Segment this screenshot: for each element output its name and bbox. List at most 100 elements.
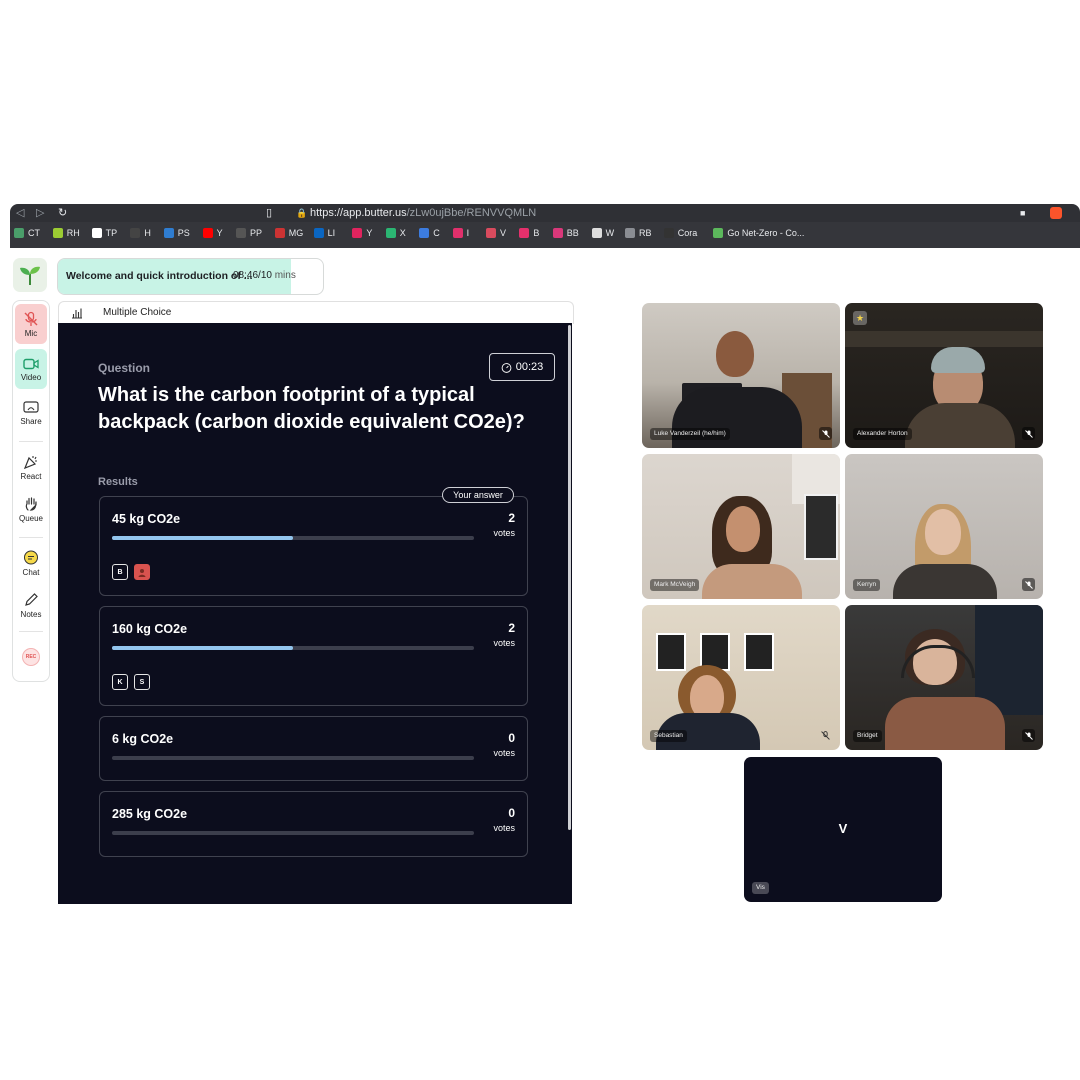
hand-icon xyxy=(25,496,37,511)
url-field[interactable]: https://app.butter.us/zLw0ujBbe/RENVVQML… xyxy=(310,206,536,220)
butter-logo xyxy=(13,258,47,292)
bookmark-item[interactable]: CT xyxy=(14,228,40,238)
bookmark-item[interactable]: C xyxy=(419,228,440,238)
brave-shield-icon[interactable] xyxy=(1050,207,1062,219)
bookmark-item[interactable]: B xyxy=(519,228,539,238)
agenda-title: Welcome and quick introduction of ... xyxy=(66,270,253,282)
chat-icon xyxy=(24,550,38,564)
bookmark-item[interactable]: W xyxy=(591,228,615,238)
poll-option-card[interactable]: 285 kg CO2e 0 votes xyxy=(99,791,528,857)
video-tile-camera-off[interactable]: V Vis xyxy=(744,757,942,902)
agenda-timer[interactable]: Welcome and quick introduction of ... 08… xyxy=(57,258,324,295)
vote-bar-fill xyxy=(112,646,293,650)
bookmark-label: LI xyxy=(327,228,336,238)
bookmark-label: TP xyxy=(105,228,118,238)
bookmark-item[interactable]: PS xyxy=(163,228,190,238)
poll-scrollbar[interactable] xyxy=(568,325,571,830)
bookmark-label: V xyxy=(500,228,507,238)
bar-chart-icon xyxy=(72,308,82,319)
bookmark-favicon-icon xyxy=(236,228,246,238)
participant-name: Sebastian xyxy=(650,730,687,742)
person-body xyxy=(885,697,1005,750)
bookmark-label: X xyxy=(399,228,406,238)
participant-name: Kerryn xyxy=(853,579,881,591)
back-icon[interactable]: ◁ xyxy=(16,206,24,220)
bookmark-item[interactable]: Cora xyxy=(663,228,697,238)
poll-option-card[interactable]: 160 kg CO2e 2 votes K S xyxy=(99,606,528,706)
bookmark-favicon-icon xyxy=(419,228,430,238)
ceiling-beam xyxy=(845,331,1043,347)
video-tile[interactable]: Bridget xyxy=(845,605,1043,750)
vote-bar-track xyxy=(112,756,474,760)
bookmark-favicon-icon xyxy=(313,228,324,238)
bookmark-favicon-icon xyxy=(552,228,563,238)
bookmark-item[interactable]: H xyxy=(130,228,151,238)
bookmark-item[interactable]: RB xyxy=(625,228,652,238)
video-button[interactable]: Video xyxy=(15,349,47,389)
bookmark-label: Y xyxy=(216,228,223,238)
bookmark-label: I xyxy=(466,228,470,238)
bookmark-item[interactable]: MG xyxy=(274,228,303,238)
record-button[interactable]: REC xyxy=(15,637,47,677)
mic-muted-icon xyxy=(24,311,38,326)
frame-shape xyxy=(744,633,774,671)
frame-shape xyxy=(656,633,686,671)
vote-count: 2 xyxy=(508,511,515,525)
agenda-time: 08:46/10 mins xyxy=(233,270,296,281)
react-icon xyxy=(23,455,37,469)
person-head xyxy=(726,506,760,552)
bookmark-icon[interactable]: ▯ xyxy=(266,206,272,220)
bookmark-favicon-icon xyxy=(274,228,285,238)
bookmark-item[interactable]: V xyxy=(486,228,506,238)
notes-button[interactable]: Notes xyxy=(15,585,47,625)
react-button[interactable]: React xyxy=(15,447,47,487)
poll-option-card[interactable]: 6 kg CO2e 0 votes xyxy=(99,716,528,781)
bookmark-item[interactable]: TP xyxy=(91,228,118,238)
camera-indicator-icon[interactable]: ■ xyxy=(1020,206,1025,220)
bookmark-label: C xyxy=(433,228,440,238)
voter-avatar-photo xyxy=(134,564,150,580)
chat-button[interactable]: Chat xyxy=(15,543,47,583)
video-tile[interactable]: Mark McVeigh xyxy=(642,454,840,599)
beanie-shape xyxy=(931,347,985,373)
video-icon xyxy=(23,358,39,369)
participant-name: Bridget xyxy=(853,730,882,742)
poll-type-label: Multiple Choice xyxy=(103,307,172,318)
forward-icon[interactable]: ▷ xyxy=(36,206,44,220)
video-tile[interactable]: ★ Alexander Horton xyxy=(845,303,1043,448)
bookmark-label: CT xyxy=(28,228,40,238)
question-label: Question xyxy=(98,361,151,375)
bookmark-label: BB xyxy=(566,228,579,238)
bookmark-item[interactable]: RH xyxy=(52,228,80,238)
reload-icon[interactable]: ↻ xyxy=(58,206,67,220)
vote-bar-track xyxy=(112,831,474,835)
mic-muted-icon xyxy=(1022,427,1035,440)
bookmark-item[interactable]: LI xyxy=(313,228,336,238)
bookmark-item[interactable]: Go Net-Zero - Co... xyxy=(713,228,804,238)
poll-option-card[interactable]: 45 kg CO2e 2 votes B xyxy=(99,496,528,596)
vote-count: 0 xyxy=(508,731,515,745)
person-head xyxy=(925,509,961,555)
bookmark-favicon-icon xyxy=(163,228,174,238)
question-text: What is the carbon footprint of a typica… xyxy=(98,384,525,433)
share-icon xyxy=(23,400,39,413)
bookmark-item[interactable]: PP xyxy=(236,228,262,238)
bookmark-favicon-icon xyxy=(352,228,363,238)
mic-button[interactable]: Mic xyxy=(15,304,47,344)
share-button[interactable]: Share xyxy=(15,393,47,433)
queue-button[interactable]: Queue xyxy=(15,489,47,529)
bookmark-favicon-icon xyxy=(202,228,213,238)
voter-avatar: S xyxy=(134,674,150,690)
bookmark-item[interactable]: BB xyxy=(552,228,579,238)
bookmark-item[interactable]: Y xyxy=(202,228,223,238)
poll-timer: 00:23 xyxy=(489,353,555,381)
bookmark-favicon-icon xyxy=(130,228,141,238)
video-tile[interactable]: Luke Vanderzeil (he/him) xyxy=(642,303,840,448)
sprout-icon xyxy=(20,266,40,285)
bookmark-item[interactable]: Y xyxy=(352,228,372,238)
bookmark-item[interactable]: X xyxy=(385,228,406,238)
video-tile[interactable]: Sebastian xyxy=(642,605,840,750)
bookmark-item[interactable]: I xyxy=(452,228,470,238)
video-tile[interactable]: Kerryn xyxy=(845,454,1043,599)
bookmark-label: W xyxy=(605,228,615,238)
